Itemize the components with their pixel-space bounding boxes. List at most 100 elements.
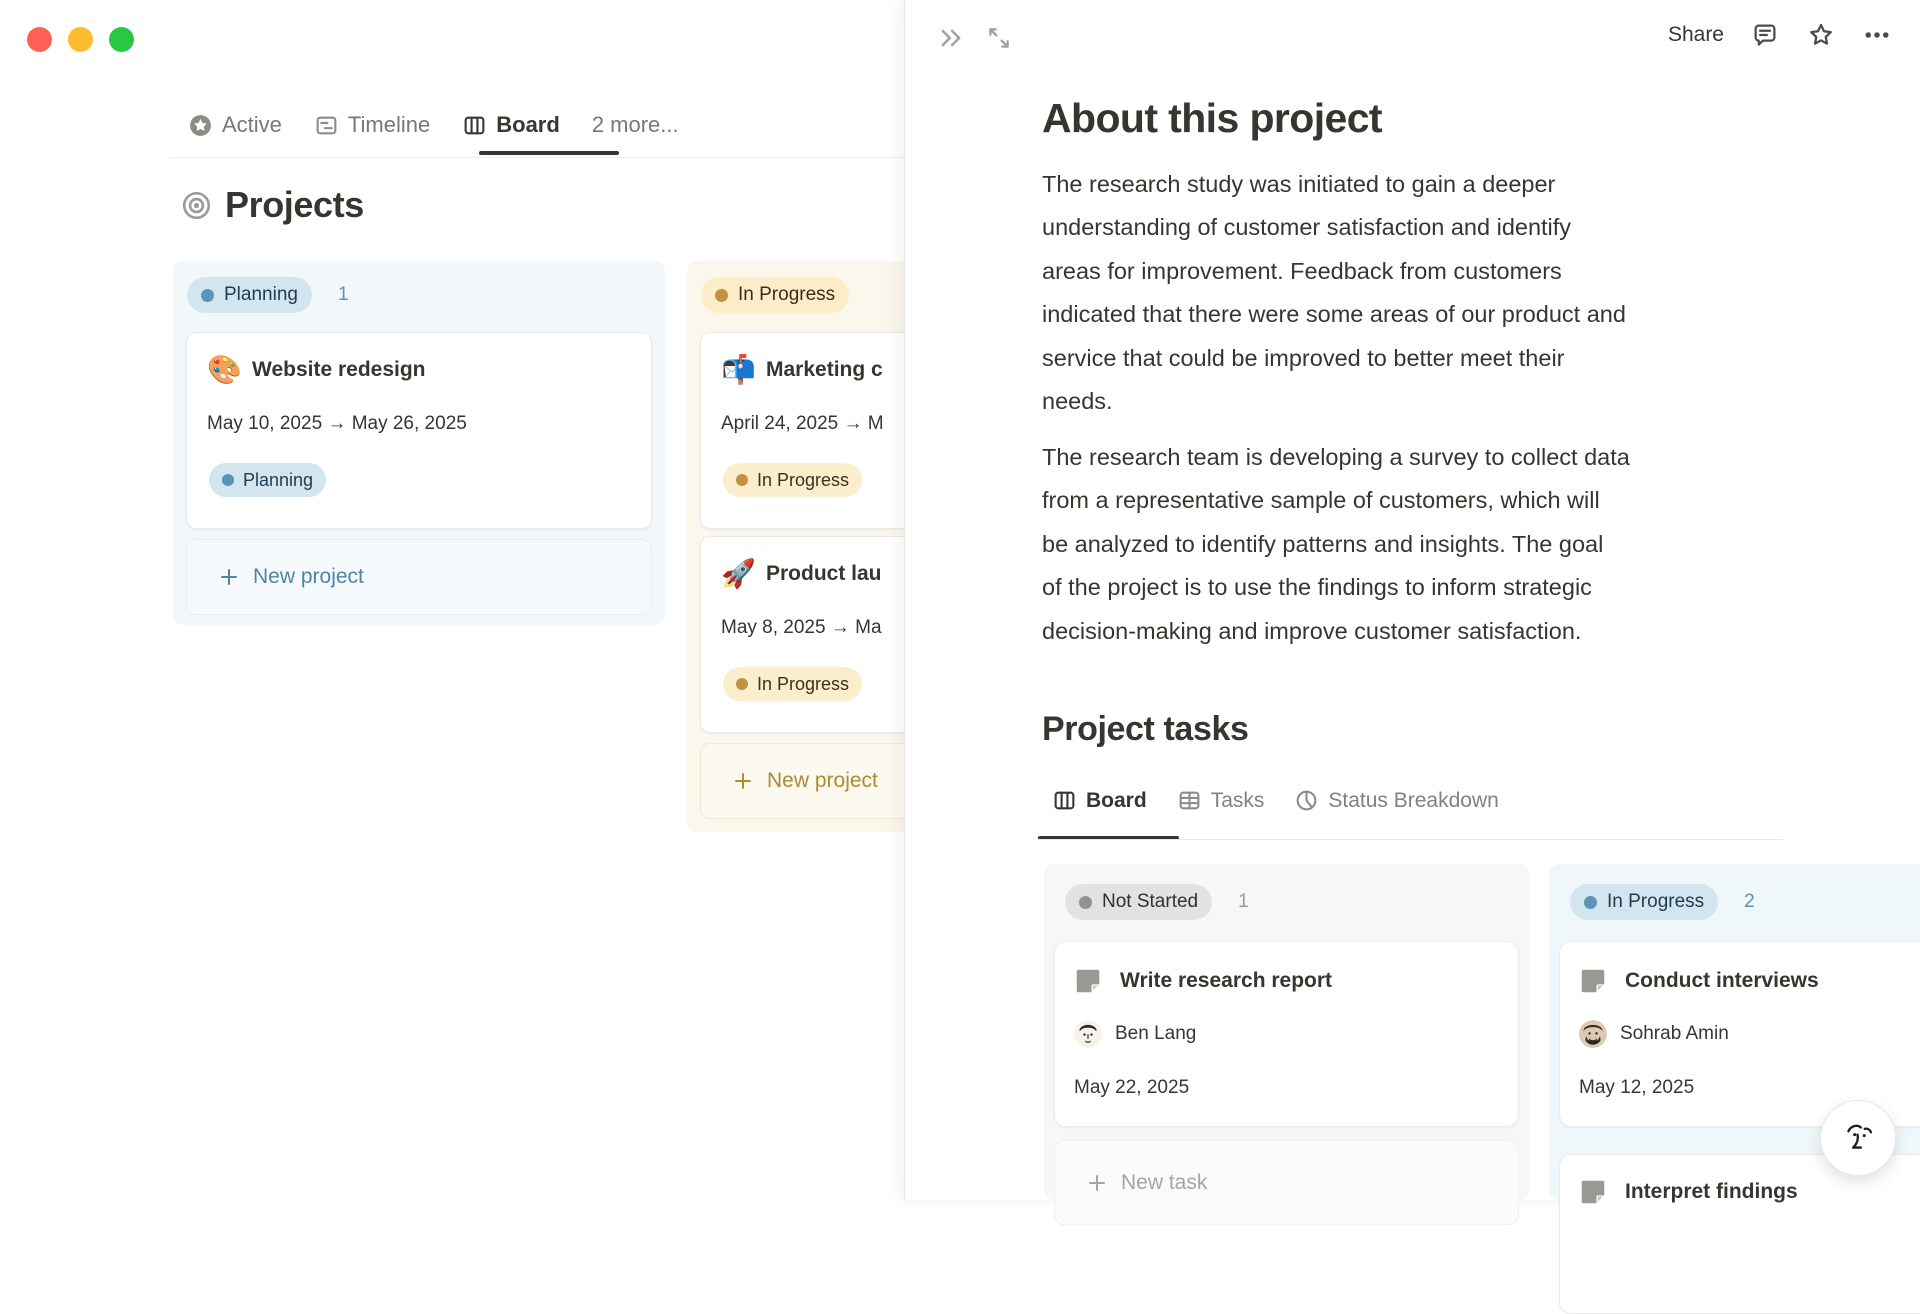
- window-controls: [27, 27, 134, 52]
- table-icon: [1179, 791, 1200, 810]
- status-pill-planning[interactable]: Planning: [187, 277, 312, 313]
- card-status-tag: In Progress: [723, 463, 863, 497]
- tasks-view-tab-bar: Board Tasks Status Breakdown: [1052, 788, 1499, 813]
- card-status-tag: Planning: [209, 463, 327, 497]
- board-icon: [1054, 791, 1075, 810]
- assignee-name: Sohrab Amin: [1620, 1023, 1729, 1044]
- status-dot: [1584, 895, 1597, 909]
- task-title: Write research report: [1120, 969, 1333, 992]
- peek-page-title[interactable]: About this project: [1042, 95, 1383, 142]
- column-count: 1: [1238, 891, 1249, 912]
- paragraph-block[interactable]: The research study was initiated to gain…: [1042, 163, 1837, 423]
- status-pill-in-progress[interactable]: In Progress: [701, 277, 850, 313]
- tab-label: Tasks: [1210, 788, 1265, 812]
- status-label: In Progress: [1607, 891, 1705, 912]
- column-count: 2: [1744, 891, 1755, 912]
- section-heading[interactable]: Project tasks: [1042, 710, 1249, 749]
- bullseye-icon: [182, 191, 211, 219]
- column-count: 1: [337, 284, 349, 305]
- zoom-window-button[interactable]: [109, 27, 134, 52]
- task-card-interpret-findings[interactable]: Interpret findings: [1559, 1154, 1920, 1314]
- tab-timeline[interactable]: Timeline: [314, 112, 430, 138]
- paragraph-block[interactable]: The research team is developing a survey…: [1042, 436, 1837, 653]
- favorite-star-icon[interactable]: [1806, 20, 1836, 50]
- tag-label: Planning: [243, 469, 314, 490]
- timeline-icon: [316, 116, 337, 134]
- new-project-label: New project: [253, 565, 364, 588]
- status-label: Not Started: [1102, 891, 1199, 912]
- tasks-tab-table[interactable]: Tasks: [1177, 788, 1265, 813]
- collapse-panel-button[interactable]: [935, 22, 967, 54]
- comments-icon[interactable]: [1750, 20, 1780, 50]
- task-card-write-research-report[interactable]: Write research report Ben Lang May 22, 2…: [1054, 941, 1519, 1127]
- notion-ai-button[interactable]: [1820, 1100, 1896, 1176]
- tab-active[interactable]: Active: [188, 112, 282, 138]
- tab-label: Status Breakdown: [1328, 788, 1499, 812]
- status-dot: [201, 288, 214, 302]
- project-card-website-redesign[interactable]: 🎨 Website redesign May 10, 2025 → May 26…: [186, 332, 652, 529]
- tabs-divider: [170, 157, 904, 158]
- task-card-conduct-interviews[interactable]: Conduct interviews Sohrab Amin May 12, 2…: [1559, 941, 1920, 1127]
- share-button[interactable]: Share: [1668, 23, 1724, 47]
- notion-window: Active Timeline Board 2 more... Projects: [0, 0, 1920, 1314]
- palette-emoji-icon: 🎨: [207, 354, 242, 385]
- card-status-tag: In Progress: [723, 667, 863, 701]
- card-date-range: April 24, 2025 → M: [721, 413, 884, 434]
- plus-icon: [735, 773, 751, 789]
- status-label: In Progress: [738, 284, 836, 305]
- more-options-icon[interactable]: [1862, 20, 1892, 50]
- new-task-button[interactable]: New task: [1054, 1140, 1519, 1225]
- task-note-icon: [1076, 969, 1100, 993]
- status-dot: [1079, 895, 1092, 909]
- status-dot: [715, 288, 728, 302]
- new-project-button-planning[interactable]: New project: [186, 539, 652, 615]
- assignee-name: Ben Lang: [1115, 1023, 1197, 1044]
- mailbox-emoji-icon: 📬: [721, 354, 756, 385]
- task-date: May 22, 2025: [1074, 1077, 1190, 1098]
- task-note-icon: [1581, 1180, 1605, 1204]
- status-label: Planning: [224, 284, 298, 305]
- side-peek-panel: Share About this project The research st…: [904, 0, 1920, 1314]
- board-icon: [464, 116, 485, 134]
- card-title: Product lau: [766, 562, 882, 585]
- close-window-button[interactable]: [27, 27, 52, 52]
- expand-page-button[interactable]: [983, 22, 1015, 54]
- card-title: Website redesign: [252, 358, 426, 381]
- tab-board[interactable]: Board: [462, 112, 560, 138]
- status-pill-not-started[interactable]: Not Started: [1065, 884, 1213, 920]
- card-date-range: May 10, 2025 → May 26, 2025: [207, 413, 467, 434]
- tasks-tab-board[interactable]: Board: [1052, 788, 1147, 813]
- tag-label: In Progress: [757, 673, 850, 694]
- plus-icon: [1089, 1174, 1105, 1191]
- page-title[interactable]: Projects: [225, 184, 364, 226]
- assignee-avatar: [1074, 1020, 1102, 1048]
- tab-timeline-label: Timeline: [347, 112, 431, 137]
- tab-label: Board: [1086, 788, 1147, 812]
- selected-tab-underline: [479, 151, 619, 155]
- tag-dot: [736, 678, 748, 690]
- star-in-circle-icon: [190, 114, 211, 136]
- tab-board-label: Board: [496, 112, 560, 137]
- task-title: Interpret findings: [1625, 1180, 1798, 1203]
- minimize-window-button[interactable]: [68, 27, 93, 52]
- tag-dot: [736, 474, 748, 486]
- expand-diagonal-icon: [989, 28, 1009, 48]
- double-chevron-right-icon: [941, 29, 961, 47]
- tag-dot: [222, 474, 234, 486]
- tabs-divider: [1038, 839, 1783, 840]
- tag-label: In Progress: [757, 469, 850, 490]
- view-tab-bar: Active Timeline Board 2 more...: [188, 112, 679, 138]
- new-task-label: New task: [1121, 1170, 1208, 1194]
- task-note-icon: [1581, 969, 1605, 993]
- task-column-not-started: Not Started 1 Write research report Ben …: [1044, 864, 1529, 1225]
- notion-ai-face-icon: [1847, 1124, 1873, 1149]
- card-date-range: May 8, 2025 → Ma: [721, 617, 882, 638]
- tab-more-views[interactable]: 2 more...: [592, 112, 679, 138]
- rocket-emoji-icon: 🚀: [721, 558, 756, 589]
- plus-icon: [221, 569, 237, 585]
- new-project-label: New project: [767, 769, 878, 792]
- status-pill-in-progress[interactable]: In Progress: [1570, 884, 1719, 920]
- clock-pie-icon: [1296, 790, 1317, 811]
- tasks-tab-status-breakdown[interactable]: Status Breakdown: [1294, 788, 1499, 813]
- tab-active-label: Active: [222, 112, 282, 137]
